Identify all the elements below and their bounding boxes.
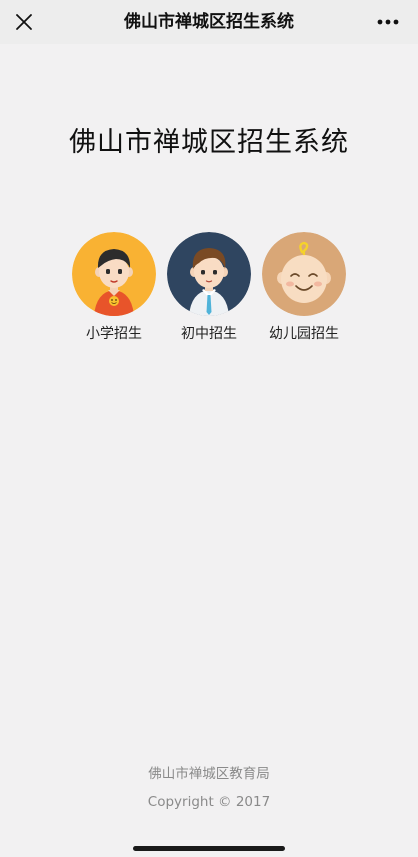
page-title: 佛山市禅城区招生系统 [69, 127, 349, 158]
nav-bar: 佛山市禅城区招生系统 [0, 0, 418, 44]
boy-avatar-icon [72, 232, 156, 316]
kindergarten-label: 幼儿园招生 [269, 326, 339, 342]
footer-copyright: Copyright © 2017 [147, 794, 271, 810]
footer-organization: 佛山市禅城区教育局 [148, 766, 270, 782]
junior-high-label: 初中招生 [181, 326, 237, 342]
primary-school-label: 小学招生 [86, 326, 142, 342]
junior-high-enrollment-button[interactable]: 初中招生 [167, 232, 251, 343]
more-button[interactable] [372, 6, 404, 38]
home-indicator[interactable] [133, 846, 285, 851]
student-avatar-icon [167, 232, 251, 316]
nav-title: 佛山市禅城区招生系统 [124, 12, 294, 32]
primary-school-enrollment-button[interactable]: 小学招生 [72, 232, 156, 343]
kindergarten-enrollment-button[interactable]: 幼儿园招生 [262, 232, 346, 343]
enrollment-options: 小学招生 初中招生 幼儿园招生 [0, 232, 418, 343]
baby-avatar-icon [262, 232, 346, 316]
more-icon [377, 19, 399, 25]
